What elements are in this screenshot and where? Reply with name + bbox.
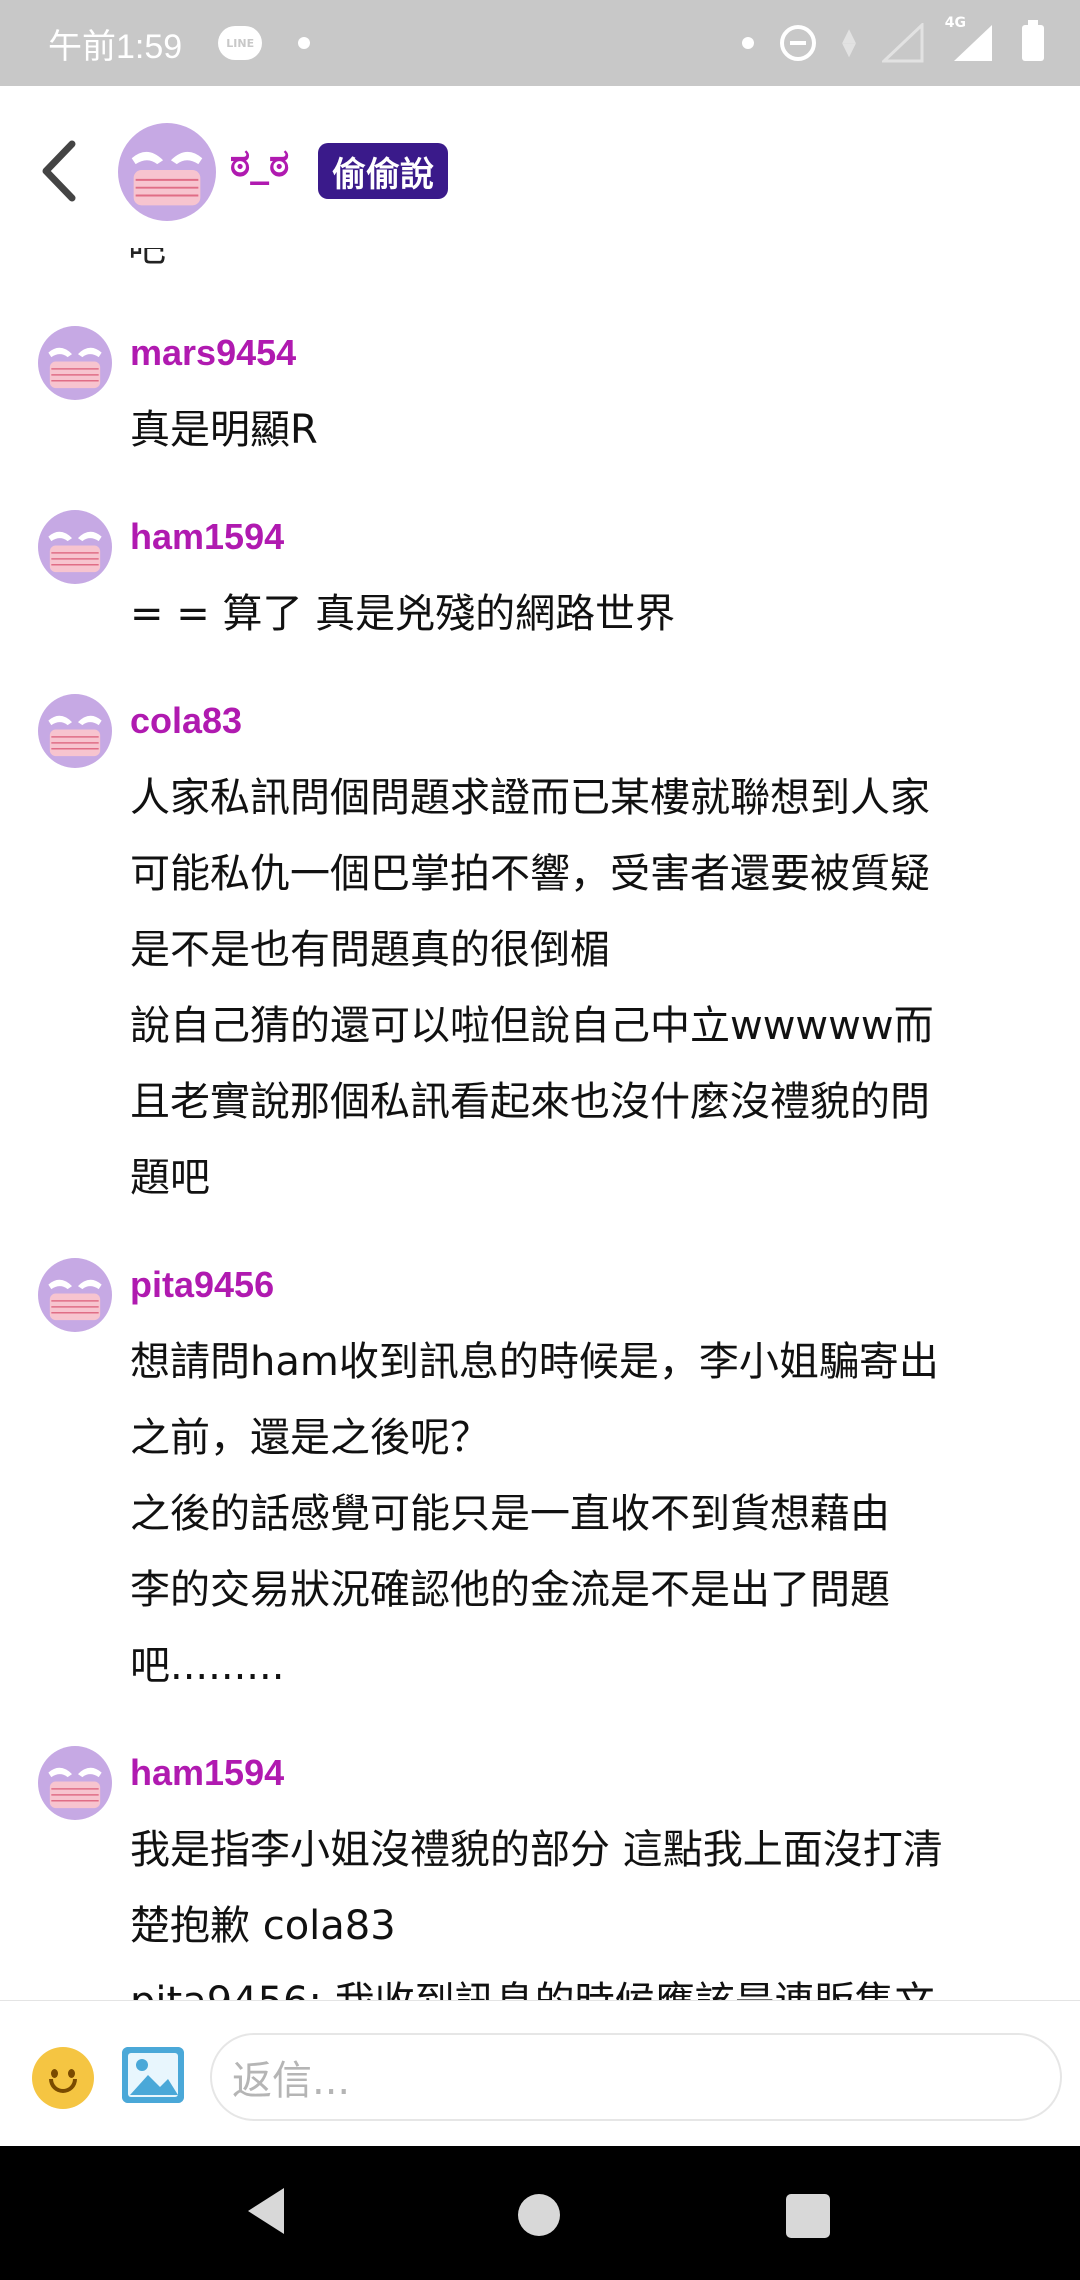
comment-line: 想請問ham收到訊息的時候是，李小姐騙寄出: [130, 1339, 939, 1385]
comment-line: 楚抱歉 cola83: [130, 1903, 396, 1949]
comment-body: 想請問ham收到訊息的時候是，李小姐騙寄出 之前，還是之後呢？ 之後的話感覺可能只是…: [130, 1324, 1050, 1704]
emoji-icon[interactable]: [32, 2047, 94, 2109]
system-nav-bar: [0, 2146, 1080, 2280]
do-not-disturb-icon: [780, 25, 816, 61]
nav-home-icon[interactable]: [518, 2194, 560, 2236]
comment-line: 是不是也有問題真的很倒楣: [130, 927, 610, 973]
board-owner-name: ಠ_ಠ: [230, 141, 290, 185]
comment-line: 題吧: [130, 1155, 210, 1201]
comment-body: = = 算了 真是兇殘的網路世界: [130, 576, 1050, 652]
user-avatar[interactable]: [38, 326, 112, 400]
user-avatar[interactable]: [38, 1258, 112, 1332]
reply-composer: 返信...: [0, 2000, 1080, 2146]
nav-back-icon[interactable]: [244, 2186, 288, 2236]
comment-line: 真是明顯R: [130, 407, 318, 453]
comment-username[interactable]: pita9456: [130, 1264, 274, 1306]
board-tag[interactable]: 偷偷說: [318, 143, 448, 199]
comment-line: 之後的話感覺可能只是一直收不到貨想藉由: [130, 1491, 890, 1537]
back-chevron-icon[interactable]: [36, 138, 86, 204]
status-time: 午前1:59: [48, 27, 183, 66]
comment-line: pita9456: 我收到訊息的時候應該是連販售文: [130, 1964, 1050, 2000]
data-arrows-icon: ▲ ▼: [842, 25, 856, 60]
notification-dot-icon: [742, 37, 754, 49]
comment-line: 人家私訊問個問題求證而已某樓就聯想到人家: [130, 775, 930, 821]
comment-line: 李的交易狀況確認他的金流是不是出了問題: [130, 1567, 890, 1613]
network-type: 4G: [944, 15, 966, 31]
reply-input[interactable]: 返信...: [210, 2033, 1062, 2121]
line-app-icon: LINE: [218, 26, 263, 60]
nav-recent-icon[interactable]: [786, 2194, 830, 2238]
comment-username[interactable]: mars9454: [130, 332, 296, 374]
comment-body: 我是指李小姐沒禮貌的部分 這點我上面沒打清楚抱歉 cola83 pita9456:…: [130, 1812, 1050, 2000]
user-avatar[interactable]: [38, 510, 112, 584]
cut-off-text: 吧: [128, 248, 167, 270]
thread-header: ಠ_ಠ 偷偷說: [0, 86, 1080, 256]
signal-empty-icon: [882, 23, 924, 63]
comment-body: 人家私訊問個問題求證而已某樓就聯想到人家 可能私仇一個巴掌拍不響，受害者還要被質疑…: [130, 760, 1050, 1216]
comment-line: 之前，還是之後呢？: [130, 1415, 490, 1461]
comment-body: 真是明顯R: [130, 392, 1050, 468]
battery-icon: [1022, 20, 1044, 61]
comment-line: = = 算了 真是兇殘的網路世界: [130, 591, 676, 637]
signal-4g-icon: 4G: [945, 15, 996, 63]
comment-line: 且老實說那個私訊看起來也沒什麼沒禮貌的問: [130, 1079, 930, 1125]
comment-line: 說自己猜的還可以啦但說自己中立wwwww而: [130, 1003, 934, 1049]
image-icon[interactable]: [122, 2047, 184, 2103]
status-icons: ▲ ▼ 4G: [742, 0, 1044, 86]
comment-username[interactable]: ham1594: [130, 516, 284, 558]
comment-item: ham1594 我是指李小姐沒禮貌的部分 這點我上面沒打清楚抱歉 cola83 pi…: [0, 1746, 1080, 2000]
notification-dot-icon: [298, 37, 311, 49]
user-avatar[interactable]: [38, 694, 112, 768]
comment-username[interactable]: cola83: [130, 700, 242, 742]
status-bar: 午前1:59 LINE ▲ ▼ 4G: [0, 0, 1080, 86]
user-avatar[interactable]: [38, 1746, 112, 1820]
comment-line: 可能私仇一個巴掌拍不響，受害者還要被質疑: [130, 851, 930, 897]
comment-username[interactable]: ham1594: [130, 1752, 284, 1794]
header-avatar[interactable]: [118, 123, 216, 221]
comment-line: 我是指李小姐沒禮貌的部分 這點我上面沒打清: [130, 1827, 943, 1873]
comment-line: 吧.........: [130, 1643, 285, 1689]
